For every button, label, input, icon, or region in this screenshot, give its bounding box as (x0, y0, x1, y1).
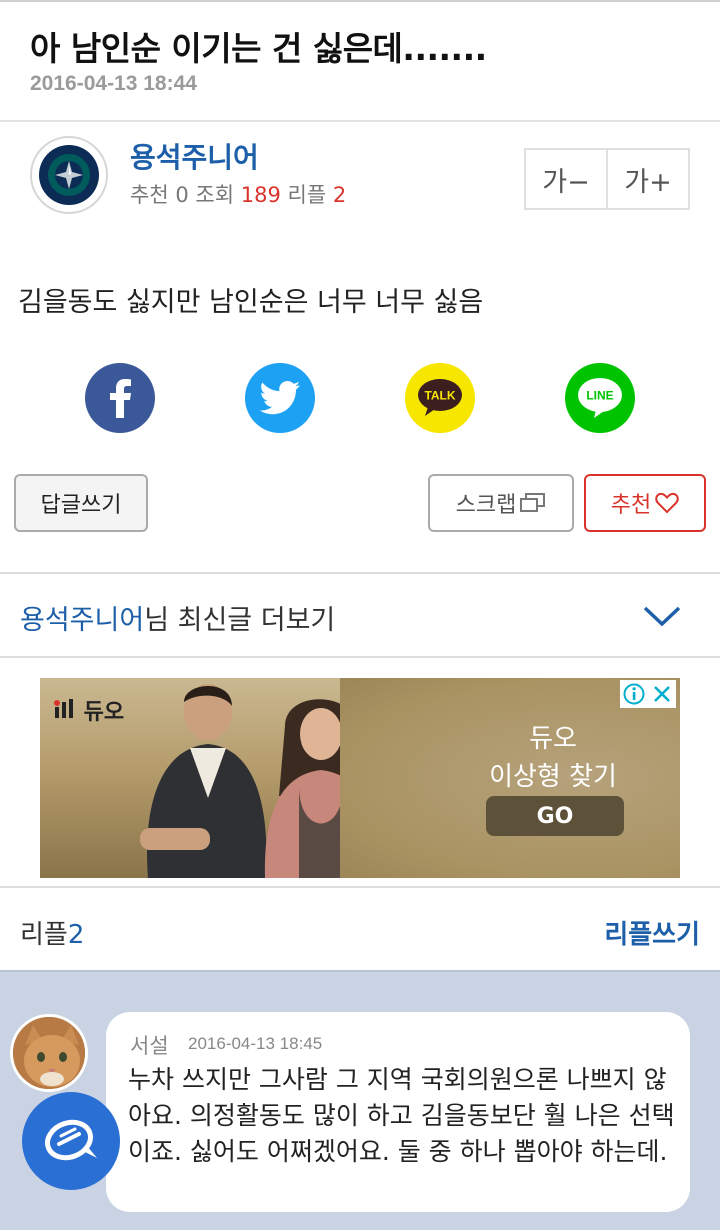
ad-subtitle: 이상형 찾기 (489, 762, 617, 792)
write-answer-label: 답글쓰기 (40, 493, 122, 518)
font-increase-button[interactable]: 가+ (606, 150, 688, 208)
scrap-label: 스크랩 (455, 493, 517, 518)
ad-person-man (140, 684, 267, 878)
more-posts-text: 용석주니어님 최신글 더보기 (20, 598, 335, 637)
write-answer-button[interactable]: 답글쓰기 (14, 474, 148, 532)
kakao-label: TALK (424, 389, 455, 403)
author-badge-icon[interactable] (30, 136, 108, 214)
ad-brand-logo: 듀오 (54, 694, 124, 726)
line-share-button[interactable]: LINE (565, 363, 635, 433)
action-row: 답글쓰기 스크랩 추천 (0, 474, 720, 534)
ad-banner[interactable]: 듀오 듀오 이상형 찾기 GO (40, 678, 680, 878)
font-decrease-button[interactable]: 가− (526, 150, 606, 208)
floating-action-button[interactable] (22, 1092, 120, 1190)
post-body: 김을동도 싫지만 남인순은 너무 너무 싫음 (18, 287, 484, 318)
recommend-count: 0 (175, 183, 189, 207)
line-label: LINE (586, 389, 613, 403)
comment-author[interactable]: 서설 (130, 1030, 169, 1060)
author-name[interactable]: 용석주니어 (130, 136, 259, 176)
author-stats: 추천 0 조회 189 리플 2 (130, 179, 346, 209)
facebook-icon (110, 379, 131, 418)
post-date: 2016-04-13 18:44 (30, 72, 197, 95)
facebook-share-button[interactable] (85, 363, 155, 433)
share-row: TALK LINE (0, 363, 720, 435)
more-posts-bar[interactable]: 용석주니어님 최신글 더보기 (0, 572, 720, 658)
replies-heading: 리플2 (20, 914, 84, 951)
replies-bar: 리플2 리플쓰기 (0, 886, 720, 972)
ad-info-icon[interactable] (620, 680, 648, 708)
comment-date: 2016-04-13 18:45 (188, 1034, 323, 1053)
views-count: 189 (240, 183, 281, 207)
line-icon: LINE (578, 378, 622, 418)
replies-heading-count: 2 (67, 920, 85, 950)
scrap-icon (520, 493, 546, 513)
scrap-button[interactable]: 스크랩 (428, 474, 574, 532)
heart-icon (655, 492, 679, 514)
chat-bubble-icon (45, 1119, 97, 1161)
kakaotalk-share-button[interactable]: TALK (405, 363, 475, 433)
more-posts-author: 용석주니어 (20, 605, 145, 636)
replies-label: 리플 (287, 183, 327, 207)
twitter-icon (260, 381, 300, 415)
recommend-button[interactable]: 추천 (584, 474, 706, 532)
ad-brand-mark-icon (54, 699, 84, 725)
ad-choices (620, 680, 676, 708)
ad-brand-name: 듀오 (83, 700, 125, 725)
ad-close-icon[interactable] (648, 680, 676, 708)
comment-text: 누차 쓰지만 그사람 그 지역 국회의원으론 나쁘지 않아요. 의정활동도 많이… (128, 1065, 675, 1166)
kakaotalk-icon: TALK (418, 379, 462, 416)
replies-count: 2 (332, 183, 347, 207)
ad-title: 듀오 (529, 724, 577, 754)
comment-bubble: 서설 2016-04-13 18:45 누차 쓰지만 그사람 그 지역 국회의원… (106, 1012, 690, 1212)
post-title: 아 남인순 이기는 건 싫은데....... (30, 29, 487, 68)
write-reply-button[interactable]: 리플쓰기 (604, 914, 700, 951)
more-posts-suffix: 님 최신글 더보기 (144, 605, 336, 636)
replies-heading-label: 리플 (20, 920, 68, 950)
comments-list: 서설 2016-04-13 18:45 누차 쓰지만 그사람 그 지역 국회의원… (0, 970, 720, 1230)
ad-go-button[interactable]: GO (486, 796, 624, 836)
chevron-down-icon[interactable] (642, 600, 682, 630)
twitter-share-button[interactable] (245, 363, 315, 433)
author-row: 용석주니어 추천 0 조회 189 리플 2 가− 가+ (0, 124, 720, 234)
avatar[interactable] (10, 1014, 88, 1092)
post-header: 아 남인순 이기는 건 싫은데....... 2016-04-13 18:44 (0, 2, 720, 122)
recommend-button-label: 추천 (610, 493, 652, 518)
views-label: 조회 (195, 183, 235, 207)
recommend-label: 추천 (130, 183, 169, 207)
font-size-control: 가− 가+ (524, 148, 690, 210)
